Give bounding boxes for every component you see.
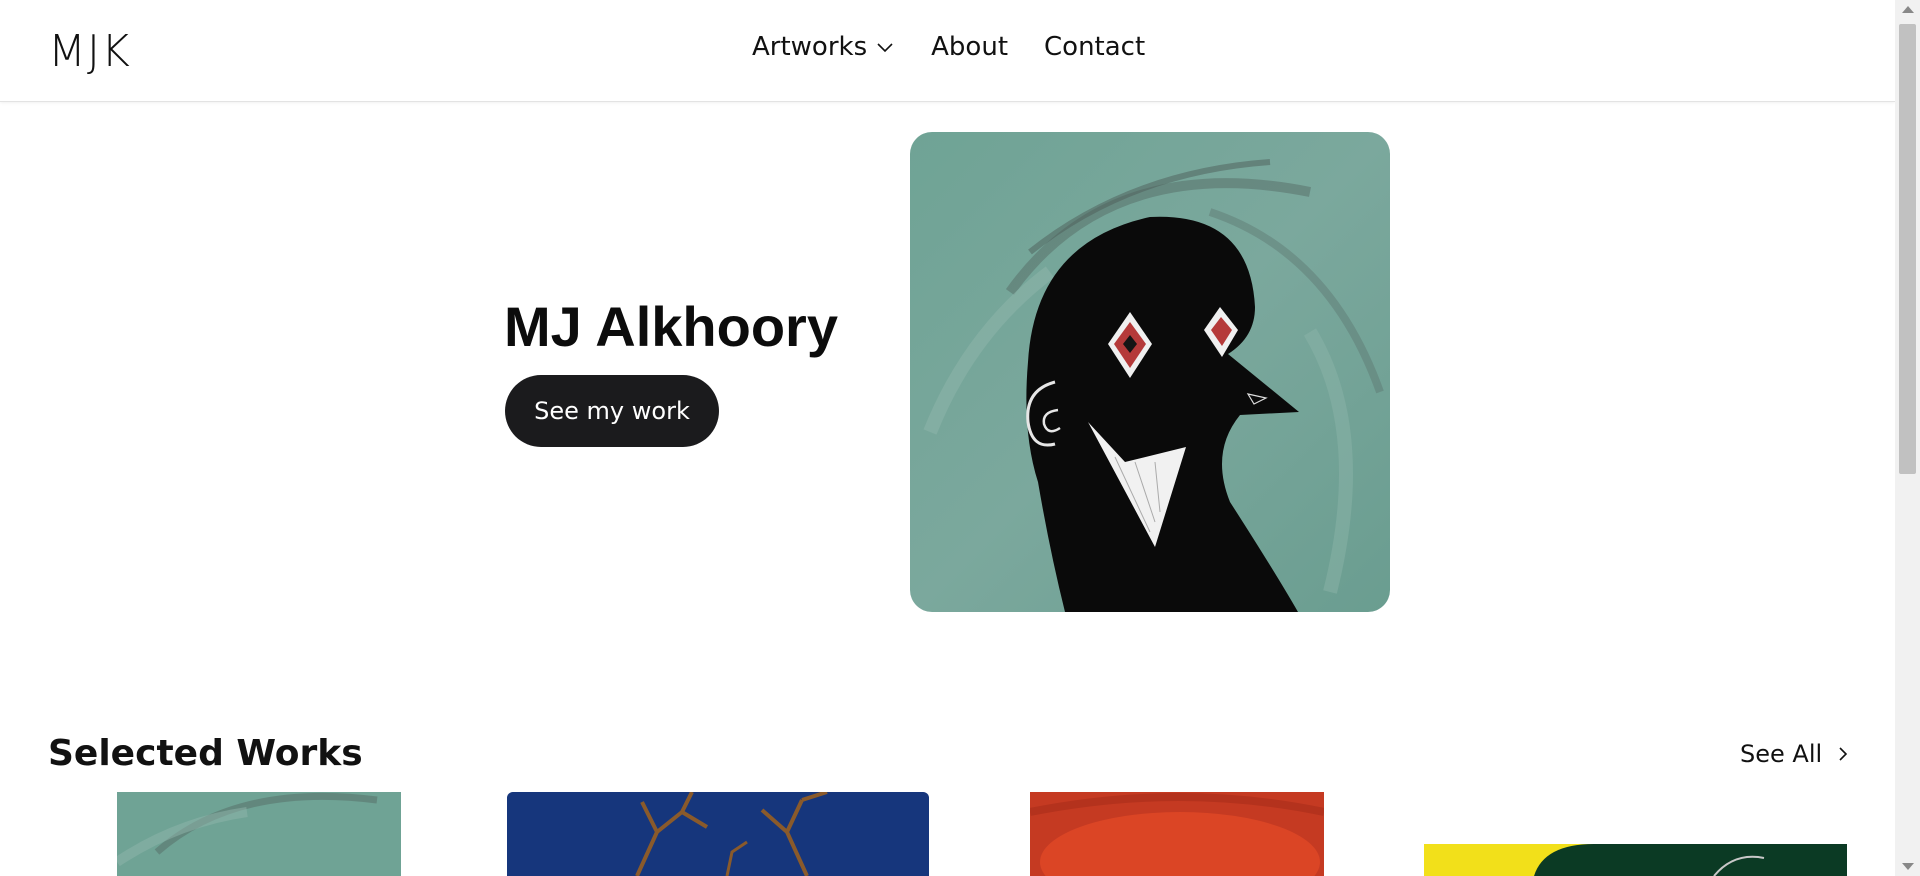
see-all-link[interactable]: See All: [1740, 740, 1852, 768]
scrollbar-thumb[interactable]: [1899, 24, 1916, 474]
site-header: MJK Artworks About Contact: [0, 0, 1895, 102]
nav-artworks-label: Artworks: [752, 32, 868, 62]
chevron-right-icon: [1839, 747, 1848, 761]
see-my-work-button[interactable]: See my work: [505, 375, 719, 447]
artwork-thumbnail[interactable]: [117, 792, 401, 876]
main-nav: Artworks About Contact: [752, 32, 1145, 62]
nav-about[interactable]: About: [931, 32, 1008, 62]
selected-works-title: Selected Works: [48, 733, 363, 774]
scroll-down-arrow-icon[interactable]: [1902, 863, 1914, 870]
artwork-thumbnail[interactable]: [507, 792, 929, 876]
site-logo[interactable]: MJK: [48, 26, 131, 77]
nav-artworks[interactable]: Artworks: [752, 32, 895, 62]
scroll-up-arrow-icon[interactable]: [1902, 6, 1914, 13]
nav-contact[interactable]: Contact: [1044, 32, 1145, 62]
hero-artwork-image: [910, 132, 1390, 612]
artwork-thumbnail[interactable]: [1030, 792, 1324, 876]
artwork-thumbnail[interactable]: [1424, 844, 1847, 876]
see-all-label: See All: [1740, 740, 1823, 768]
scrollbar[interactable]: [1895, 0, 1920, 876]
hero-title: MJ Alkhoory: [504, 295, 838, 358]
chevron-down-icon: [877, 43, 893, 53]
